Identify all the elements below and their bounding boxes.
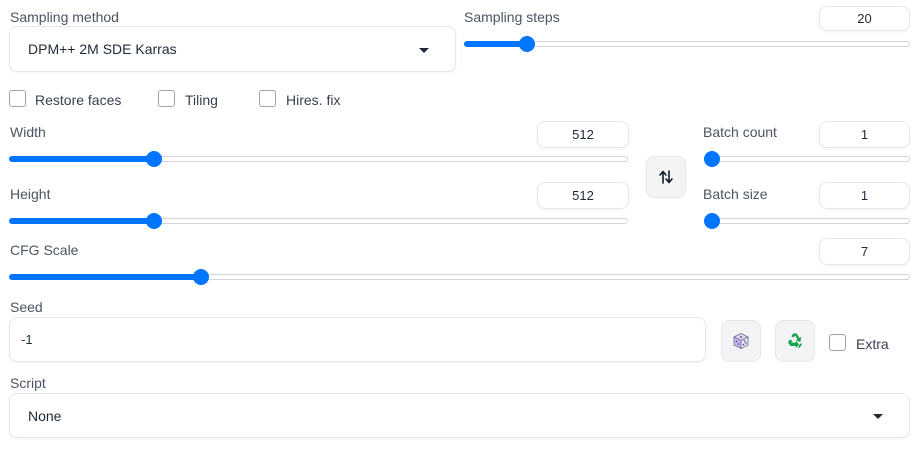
- slider-fill: [9, 156, 154, 162]
- reuse-seed-button[interactable]: [775, 320, 815, 362]
- hires-fix-checkbox[interactable]: [259, 90, 276, 107]
- chevron-down-icon: [873, 414, 883, 419]
- slider-track: [704, 156, 910, 162]
- cfg-scale-label: CFG Scale: [10, 242, 79, 258]
- random-seed-button[interactable]: [721, 320, 761, 362]
- sampling-steps-label: Sampling steps: [464, 9, 560, 25]
- seed-label: Seed: [10, 299, 43, 315]
- seed-value: -1: [21, 332, 33, 347]
- width-slider[interactable]: [9, 151, 628, 167]
- sampling-steps-slider[interactable]: [464, 36, 910, 52]
- hires-fix-label: Hires. fix: [286, 92, 341, 108]
- seed-input[interactable]: -1: [9, 317, 706, 362]
- tiling-checkbox[interactable]: [158, 90, 175, 107]
- batch-count-label: Batch count: [703, 124, 777, 140]
- height-label: Height: [10, 186, 51, 202]
- height-slider[interactable]: [9, 213, 628, 229]
- sampling-steps-input[interactable]: 20: [819, 6, 910, 31]
- slider-thumb[interactable]: [146, 151, 162, 167]
- dice-icon: [733, 333, 749, 350]
- width-label: Width: [10, 124, 46, 140]
- slider-thumb[interactable]: [704, 213, 720, 229]
- restore-faces-label: Restore faces: [35, 92, 122, 108]
- extra-checkbox[interactable]: [829, 334, 846, 351]
- sampling-method-value: DPM++ 2M SDE Karras: [28, 41, 177, 57]
- tiling-label: Tiling: [185, 92, 218, 108]
- slider-fill: [9, 274, 201, 280]
- extra-label: Extra: [856, 336, 889, 352]
- slider-fill: [464, 41, 527, 47]
- slider-thumb[interactable]: [146, 213, 162, 229]
- recycle-icon: [788, 333, 803, 348]
- script-value: None: [28, 408, 62, 424]
- batch-size-slider[interactable]: [704, 213, 910, 229]
- script-select[interactable]: None: [9, 393, 910, 438]
- slider-track: [704, 218, 910, 224]
- restore-faces-checkbox[interactable]: [9, 90, 26, 107]
- swap-dimensions-button[interactable]: [646, 156, 686, 198]
- batch-size-label: Batch size: [703, 186, 768, 202]
- slider-fill: [9, 218, 154, 224]
- slider-thumb[interactable]: [193, 269, 209, 285]
- sampling-method-select[interactable]: DPM++ 2M SDE Karras: [9, 26, 456, 72]
- slider-thumb[interactable]: [704, 151, 720, 167]
- sampling-method-label: Sampling method: [10, 9, 119, 25]
- height-input[interactable]: 512: [537, 182, 629, 209]
- batch-size-input[interactable]: 1: [819, 182, 910, 209]
- cfg-scale-input[interactable]: 7: [819, 238, 910, 265]
- batch-count-input[interactable]: 1: [819, 121, 910, 148]
- chevron-down-icon: [419, 48, 429, 53]
- cfg-scale-slider[interactable]: [9, 269, 910, 285]
- slider-thumb[interactable]: [519, 36, 535, 52]
- script-label: Script: [10, 375, 46, 391]
- width-input[interactable]: 512: [537, 121, 629, 148]
- swap-arrows-icon: [659, 170, 673, 184]
- batch-count-slider[interactable]: [704, 151, 910, 167]
